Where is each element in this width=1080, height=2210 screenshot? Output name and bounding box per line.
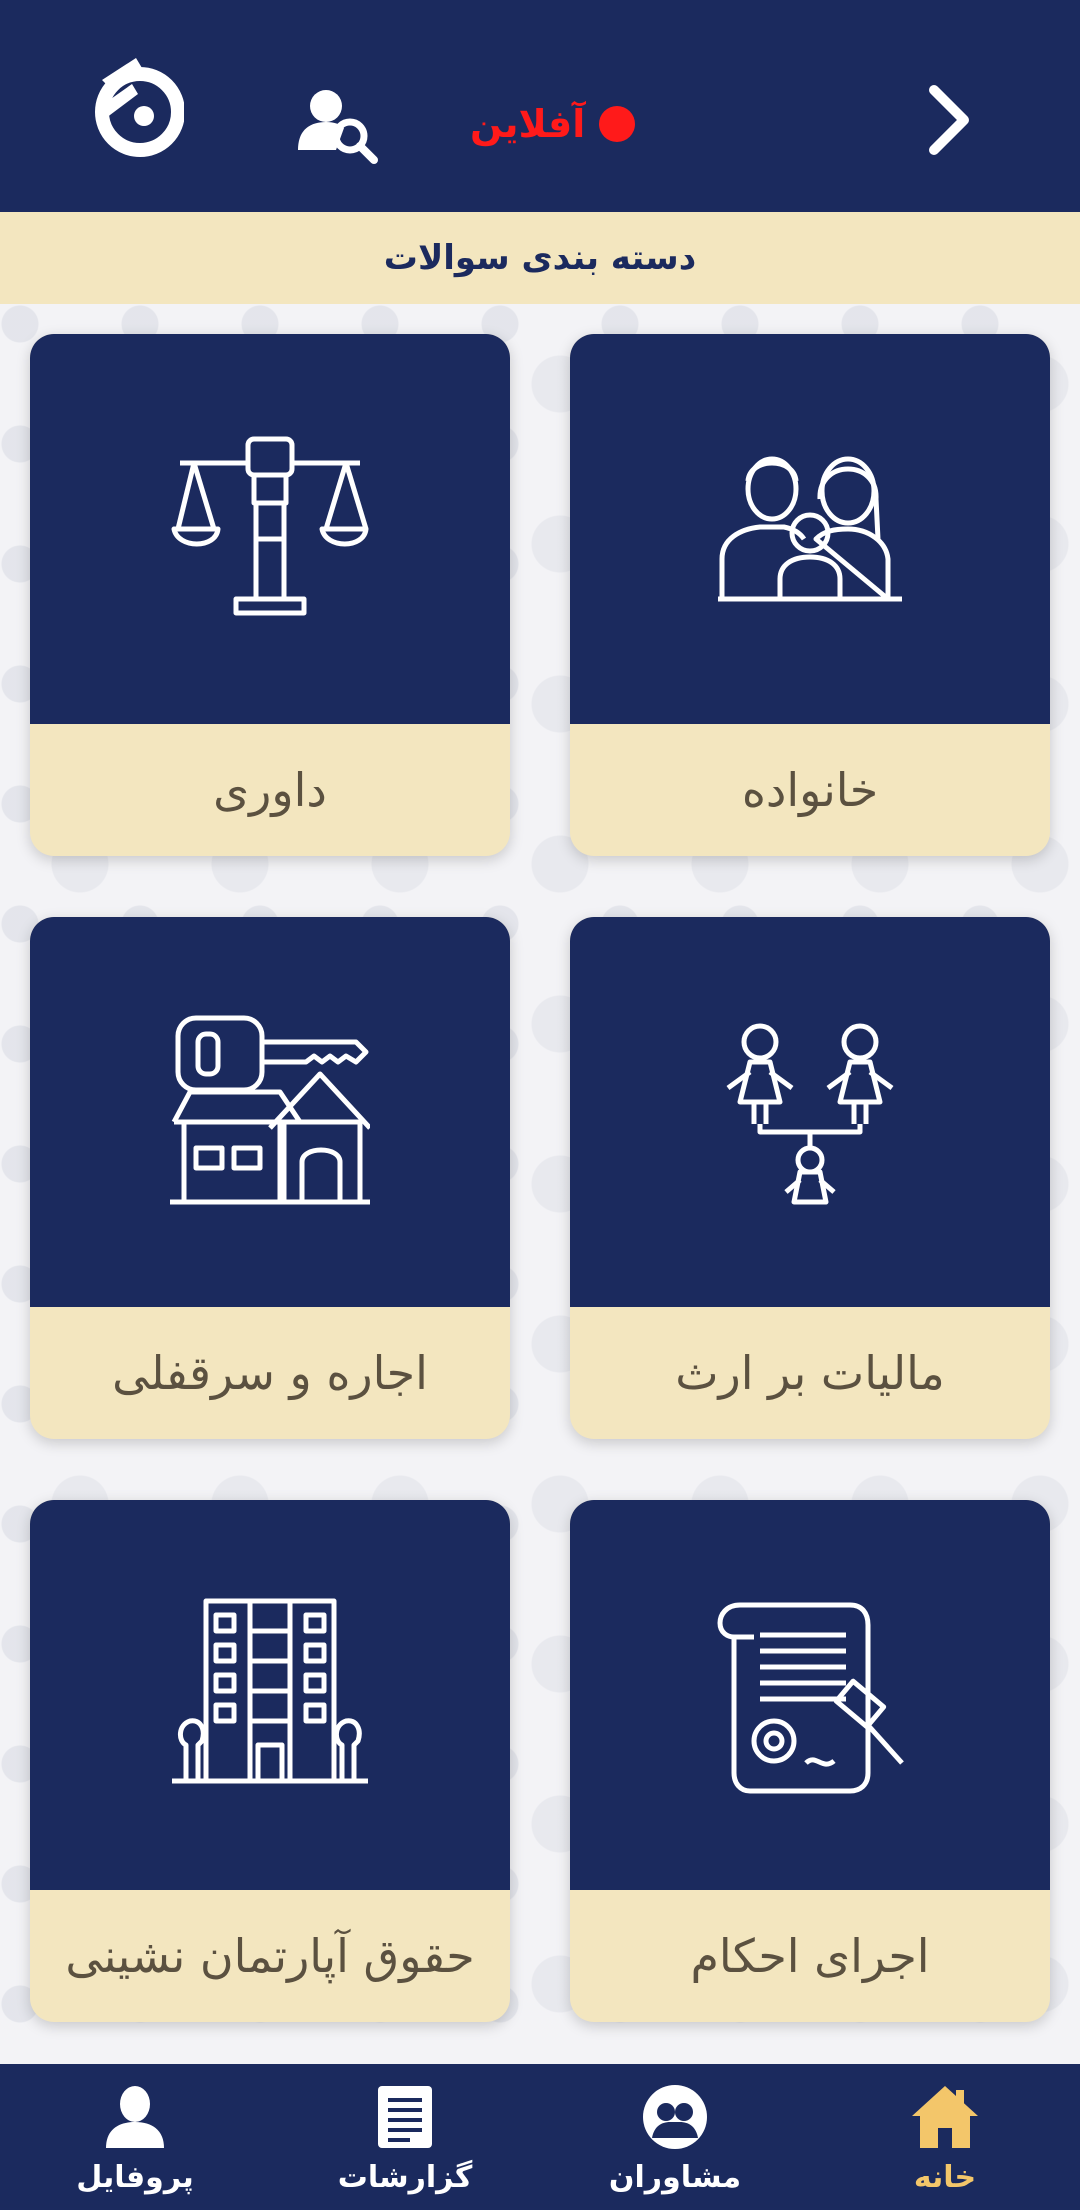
advisors-icon	[643, 2085, 707, 2149]
category-card-arbitration[interactable]: داوری	[30, 334, 510, 856]
category-label: خانواده	[741, 763, 879, 817]
category-card-inheritance-tax[interactable]: مالیات بر ارث	[570, 917, 1050, 1439]
user-search-icon[interactable]	[296, 84, 378, 164]
nav-label: گزارشات	[337, 2160, 473, 2195]
nav-label: مشاوران	[608, 2160, 742, 2195]
justice-scale-icon	[171, 436, 369, 616]
verdict-document-icon	[717, 1602, 904, 1794]
app-header: آفلاین	[0, 0, 1080, 212]
profile-icon	[106, 2086, 164, 2148]
family-icon	[718, 456, 902, 602]
nav-item-profile[interactable]: پروفایل	[0, 2064, 270, 2210]
card-image-area	[30, 1500, 510, 1890]
apartment-building-icon	[172, 1598, 368, 1784]
card-image-area	[30, 917, 510, 1307]
category-card-apartment-rights[interactable]: حقوق آپارتمان نشینی	[30, 1500, 510, 2022]
status-dot-icon	[599, 106, 636, 142]
status-text: آفلاین	[470, 102, 586, 146]
reports-icon	[378, 2086, 432, 2148]
category-label: حقوق آپارتمان نشینی	[65, 1929, 475, 1983]
brand-logo-icon[interactable]	[88, 50, 184, 160]
card-image-area	[570, 917, 1050, 1307]
nav-item-advisors[interactable]: مشاوران	[540, 2064, 810, 2210]
section-title: دسته بندی سوالات	[383, 238, 697, 278]
nav-item-home[interactable]: خانه	[810, 2064, 1080, 2210]
chevron-right-icon[interactable]	[920, 80, 980, 160]
category-label: اجرای احکام	[690, 1929, 930, 1983]
inheritance-icon	[726, 1023, 894, 1205]
card-image-area	[30, 334, 510, 724]
nav-item-reports[interactable]: گزارشات	[270, 2064, 540, 2210]
category-card-lease[interactable]: اجاره و سرقفلی	[30, 917, 510, 1439]
card-image-area	[570, 1500, 1050, 1890]
category-label: مالیات بر ارث	[675, 1346, 945, 1400]
section-header: دسته بندی سوالات	[0, 212, 1080, 304]
category-card-enforcement[interactable]: اجرای احکام	[570, 1500, 1050, 2022]
card-image-area	[570, 334, 1050, 724]
connection-status: آفلاین	[470, 96, 636, 152]
category-card-family[interactable]: خانواده	[570, 334, 1050, 856]
category-label: اجاره و سرقفلی	[112, 1346, 428, 1400]
bottom-navigation: خانه مشاوران گزارشات پروفایل	[0, 2064, 1080, 2210]
category-label: داوری	[213, 763, 327, 817]
home-icon	[912, 2086, 978, 2148]
nav-label: خانه	[913, 2160, 977, 2195]
house-key-icon	[170, 1015, 370, 1205]
nav-label: پروفایل	[76, 2160, 194, 2195]
